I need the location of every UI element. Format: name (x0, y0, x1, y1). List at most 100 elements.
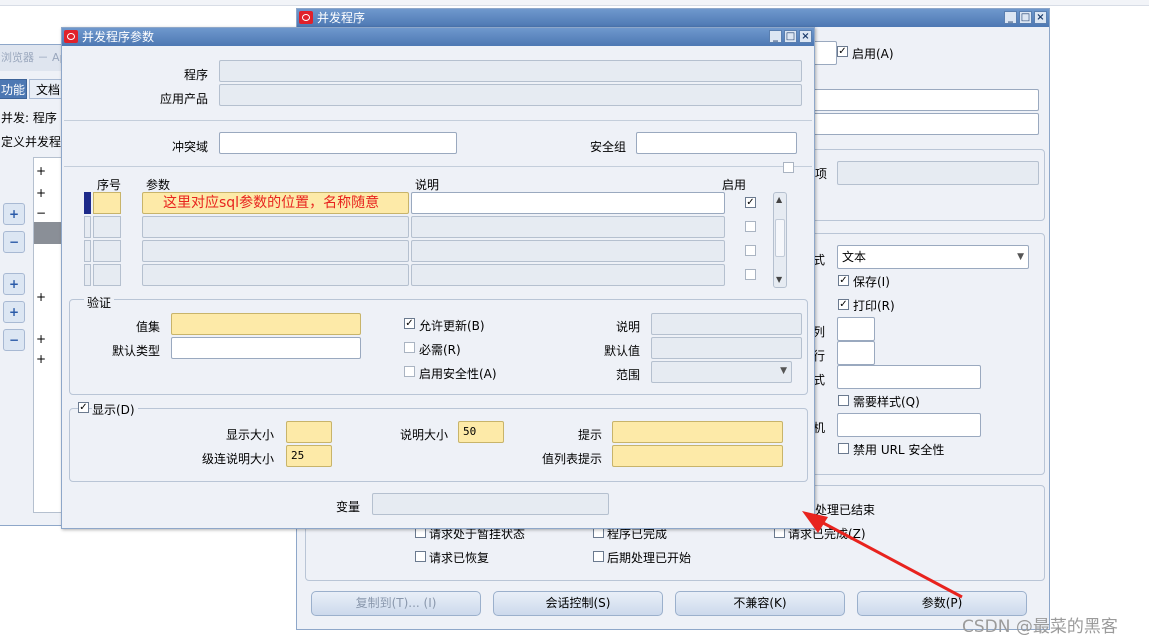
minimize-icon[interactable]: _ (769, 30, 782, 43)
annotation-arrow-line (811, 515, 963, 599)
default-type-field[interactable] (171, 337, 361, 359)
security-group-field[interactable] (636, 132, 797, 154)
default-type-label: 默认类型 (111, 344, 160, 358)
window-title: 并发程序 (317, 11, 366, 25)
row-indicator-current[interactable] (84, 192, 91, 214)
conflict-domain-label: 冲突域 (171, 140, 208, 154)
close-icon[interactable]: × (1034, 11, 1047, 24)
row-indicator-3[interactable] (84, 240, 91, 262)
status-resumed-checkbox[interactable] (415, 551, 426, 562)
session-control-button[interactable]: 会话控制(S) (493, 591, 663, 616)
allow-update-checkbox[interactable]: ✓ (404, 318, 415, 329)
enabled-checkbox-3[interactable] (745, 245, 756, 256)
expand-all-icon[interactable]: + (3, 301, 25, 323)
seq-cell-1[interactable] (93, 192, 121, 214)
collapse-all-icon[interactable]: − (3, 329, 25, 351)
enabled-checkbox[interactable]: ✓ (837, 46, 848, 57)
short-name-field[interactable] (813, 41, 837, 65)
enabled-checkbox-2[interactable] (745, 221, 756, 232)
conflict-domain-field[interactable] (219, 132, 457, 154)
tree-node-3[interactable]: − (36, 206, 46, 220)
column-seq-header: 序号 (97, 178, 122, 192)
enable-security-checkbox[interactable] (404, 366, 415, 377)
scroll-down-icon[interactable]: ▼ (776, 275, 782, 284)
variable-label: 变量 (335, 500, 360, 514)
enabled-checkbox-4[interactable] (745, 269, 756, 280)
default-value-label: 默认值 (603, 344, 640, 358)
status-post-processing-label: 后期处理已开始 (607, 551, 692, 565)
range-select[interactable]: ▼ (651, 361, 792, 383)
rows-field[interactable] (837, 341, 875, 365)
save-label: 保存(I) (853, 275, 890, 289)
save-checkbox[interactable]: ✓ (838, 275, 849, 286)
param-cell-1[interactable]: 这里对应sql参数的位置，名称随意 (142, 192, 409, 214)
seq-cell-2[interactable] (93, 216, 121, 238)
expand-icon[interactable]: + (3, 203, 25, 225)
enabled-checkbox-1[interactable]: ✓ (745, 197, 756, 208)
desc-size-field[interactable]: 50 (458, 421, 504, 443)
valueset-field[interactable] (171, 313, 361, 335)
item-label: 项 (815, 167, 828, 181)
required-checkbox[interactable] (404, 342, 415, 353)
tree-node-2[interactable]: + (36, 186, 46, 200)
value-list-prompt-field[interactable] (612, 445, 783, 467)
divider-1 (64, 120, 812, 121)
columns-field[interactable] (837, 317, 875, 341)
print-checkbox[interactable]: ✓ (838, 299, 849, 310)
application-field[interactable] (813, 89, 1039, 111)
collapse-icon[interactable]: − (3, 231, 25, 253)
default-value-field (651, 337, 802, 359)
desc-cell-4[interactable] (411, 264, 725, 286)
multi-row-checkbox[interactable] (783, 162, 794, 173)
param-cell-4[interactable] (142, 264, 409, 286)
seq-cell-3[interactable] (93, 240, 121, 262)
close-icon[interactable]: × (799, 30, 812, 43)
disable-url-checkbox[interactable] (838, 443, 849, 454)
param-cell-3[interactable] (142, 240, 409, 262)
param-cell-2[interactable] (142, 216, 409, 238)
tree-node-6[interactable]: + (36, 352, 46, 366)
tree-node-5[interactable]: + (36, 332, 46, 346)
desc-cell-2[interactable] (411, 216, 725, 238)
status-post-processing-checkbox[interactable] (593, 551, 604, 562)
require-style-label: 需要样式(Q) (853, 395, 920, 409)
tab-functions[interactable]: 功能 (0, 79, 27, 99)
scroll-up-icon[interactable]: ▲ (776, 195, 782, 204)
display-size-field[interactable] (286, 421, 332, 443)
prompt-field[interactable] (612, 421, 783, 443)
tree-node-4[interactable]: + (36, 290, 46, 304)
rows-scrollbar[interactable]: ▲ ▼ (773, 192, 787, 288)
description-field[interactable] (813, 113, 1039, 135)
output-format-select[interactable]: 文本 ▼ (837, 245, 1029, 269)
desc-cell-3[interactable] (411, 240, 725, 262)
navigator-line2: 定义并发程 (1, 135, 62, 149)
executable-section (797, 149, 1045, 221)
application-label: 应用产品 (159, 92, 208, 106)
navigator-title: 浏览器 － Ap (0, 45, 69, 71)
minimize-icon[interactable]: _ (1004, 11, 1017, 24)
output-format-value: 文本 (842, 250, 867, 264)
column-enabled-header: 启用 (722, 178, 747, 192)
prompt-label: 提示 (577, 428, 602, 442)
tree-node-1[interactable]: + (36, 164, 46, 178)
options-field (837, 161, 1039, 185)
value-list-prompt-label: 值列表提示 (541, 452, 602, 466)
copy-to-button[interactable]: 复制到(T)... (I) (311, 591, 481, 616)
display-checkbox[interactable]: ✓ (78, 402, 89, 413)
scroll-thumb[interactable] (775, 219, 785, 257)
style-field[interactable] (837, 365, 981, 389)
maximize-icon[interactable]: □ (784, 30, 797, 43)
seq-cell-4[interactable] (93, 264, 121, 286)
expand-branch-icon[interactable]: + (3, 273, 25, 295)
printer-field[interactable] (837, 413, 981, 437)
row-indicator-4[interactable] (84, 264, 91, 286)
row-indicator-2[interactable] (84, 216, 91, 238)
validation-desc-label: 说明 (615, 320, 640, 334)
allow-update-label: 允许更新(B) (419, 319, 485, 333)
dialog-title: 并发程序参数 (82, 30, 155, 44)
concat-desc-size-field[interactable]: 25 (286, 445, 332, 467)
require-style-checkbox[interactable] (838, 395, 849, 406)
validation-label: 验证 (84, 294, 115, 311)
maximize-icon[interactable]: □ (1019, 11, 1032, 24)
desc-cell-1[interactable] (411, 192, 725, 214)
